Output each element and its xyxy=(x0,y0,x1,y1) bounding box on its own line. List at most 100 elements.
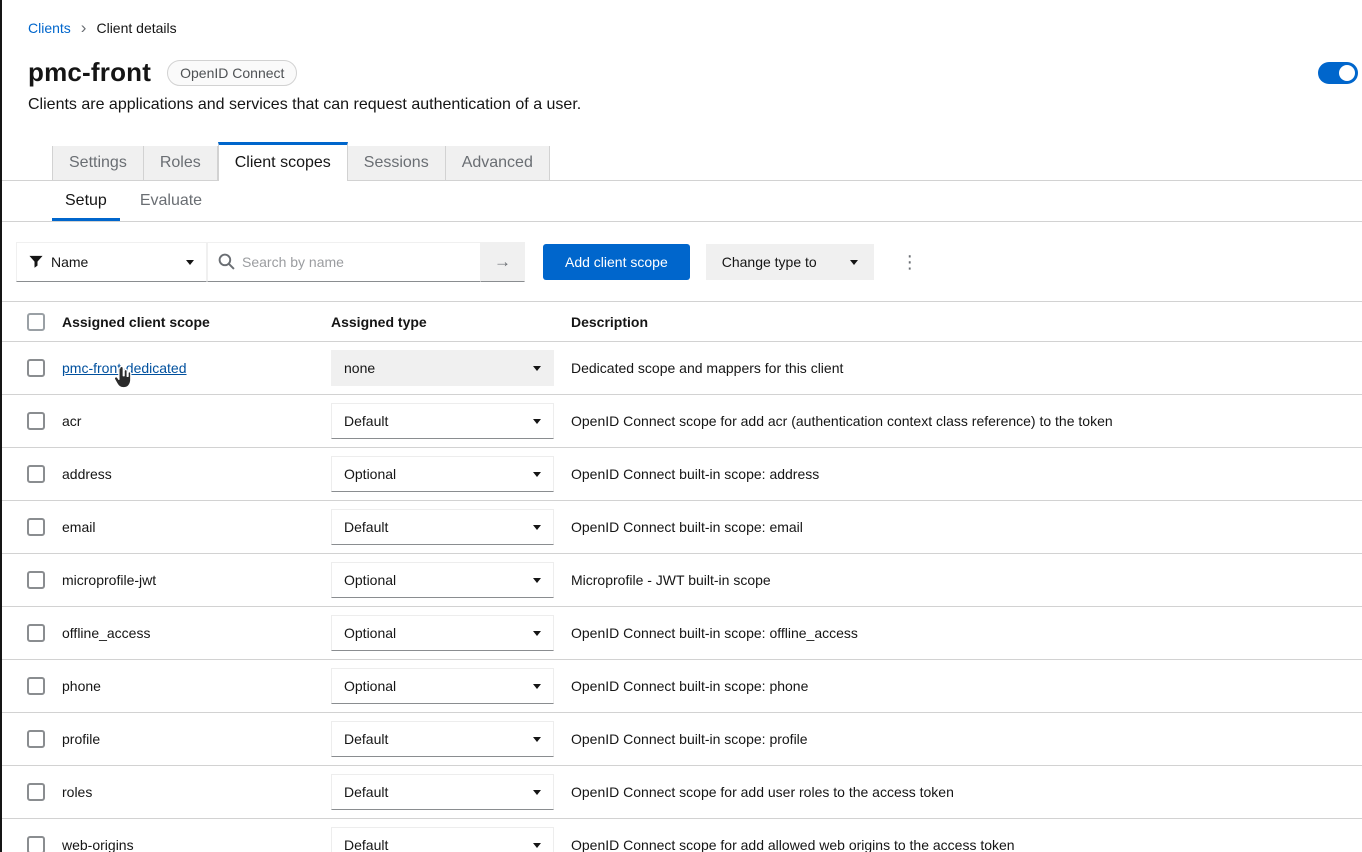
row-checkbox[interactable] xyxy=(27,783,45,801)
assigned-type-value: Default xyxy=(344,837,388,852)
table-body: pmc-front-dedicated none Dedicated scope… xyxy=(0,342,1362,852)
assigned-type-select[interactable]: Default xyxy=(331,827,554,852)
change-type-label: Change type to xyxy=(722,254,817,270)
assigned-type-select[interactable]: Optional xyxy=(331,668,554,704)
breadcrumb: Clients › Client details xyxy=(0,0,1362,36)
caret-down-icon xyxy=(533,631,541,636)
toolbar: Name → Add client scope Change type to ⋮ xyxy=(0,222,1362,301)
page-header: pmc-front OpenID Connect xyxy=(0,57,1362,88)
row-checkbox[interactable] xyxy=(27,571,45,589)
table-header-row: Assigned client scope Assigned type Desc… xyxy=(0,302,1362,342)
scope-name: acr xyxy=(62,413,81,429)
page-subtitle: Clients are applications and services th… xyxy=(0,96,1362,114)
tab-sessions[interactable]: Sessions xyxy=(348,146,446,180)
row-checkbox[interactable] xyxy=(27,677,45,695)
column-description: Description xyxy=(571,314,1346,330)
subtab-evaluate[interactable]: Evaluate xyxy=(127,181,215,221)
scope-description: Microprofile - JWT built-in scope xyxy=(571,572,1346,588)
table-row: email Default OpenID Connect built-in sc… xyxy=(0,501,1362,554)
assigned-type-value: Optional xyxy=(344,625,396,641)
caret-down-icon xyxy=(533,366,541,371)
caret-down-icon xyxy=(533,737,541,742)
change-type-dropdown[interactable]: Change type to xyxy=(706,244,874,280)
toggle-knob xyxy=(1339,65,1355,81)
filter-type-label: Name xyxy=(51,254,88,270)
table-row: address Optional OpenID Connect built-in… xyxy=(0,448,1362,501)
caret-down-icon xyxy=(533,525,541,530)
caret-down-icon xyxy=(186,260,194,265)
row-checkbox[interactable] xyxy=(27,624,45,642)
assigned-type-select[interactable]: Optional xyxy=(331,615,554,651)
assigned-type-value: Optional xyxy=(344,466,396,482)
table-row: pmc-front-dedicated none Dedicated scope… xyxy=(0,342,1362,395)
subtab-setup[interactable]: Setup xyxy=(52,181,120,221)
page-title: pmc-front xyxy=(28,57,151,88)
scope-name: web-origins xyxy=(62,837,134,852)
client-enabled-toggle[interactable] xyxy=(1318,62,1358,84)
scope-description: Dedicated scope and mappers for this cli… xyxy=(571,360,1346,376)
table-row: web-origins Default OpenID Connect scope… xyxy=(0,819,1362,852)
assigned-type-select[interactable]: Default xyxy=(331,721,554,757)
row-checkbox[interactable] xyxy=(27,412,45,430)
client-scopes-table: Assigned client scope Assigned type Desc… xyxy=(0,301,1362,852)
tab-settings[interactable]: Settings xyxy=(52,146,144,180)
assigned-type-select[interactable]: Default xyxy=(331,774,554,810)
scope-name: microprofile-jwt xyxy=(62,572,156,588)
table-row: acr Default OpenID Connect scope for add… xyxy=(0,395,1362,448)
table-row: microprofile-jwt Optional Microprofile -… xyxy=(0,554,1362,607)
search-input[interactable] xyxy=(207,242,481,282)
assigned-type-select[interactable]: Optional xyxy=(331,456,554,492)
table-row: profile Default OpenID Connect built-in … xyxy=(0,713,1362,766)
scope-name[interactable]: pmc-front-dedicated xyxy=(62,360,187,376)
arrow-right-icon: → xyxy=(494,252,511,272)
search-box xyxy=(207,242,481,282)
search-icon xyxy=(218,253,235,270)
scope-description: OpenID Connect built-in scope: email xyxy=(571,519,1346,535)
row-checkbox[interactable] xyxy=(27,730,45,748)
assigned-type-value: Default xyxy=(344,413,388,429)
scope-description: OpenID Connect built-in scope: address xyxy=(571,466,1346,482)
filter-icon xyxy=(29,255,43,269)
assigned-type-value: Optional xyxy=(344,572,396,588)
client-details-page: Clients › Client details pmc-front OpenI… xyxy=(0,0,1362,852)
client-tabs: Settings Roles Client scopes Sessions Ad… xyxy=(0,142,1362,181)
scope-name: email xyxy=(62,519,95,535)
search-submit-button[interactable]: → xyxy=(481,242,525,282)
assigned-type-select[interactable]: Default xyxy=(331,509,554,545)
caret-down-icon xyxy=(533,472,541,477)
client-scopes-subtabs: Setup Evaluate xyxy=(0,181,1362,222)
caret-down-icon xyxy=(533,843,541,848)
breadcrumb-clients-link[interactable]: Clients xyxy=(28,20,71,36)
assigned-type-select[interactable]: Optional xyxy=(331,562,554,598)
caret-down-icon xyxy=(533,419,541,424)
tab-roles[interactable]: Roles xyxy=(144,146,218,180)
assigned-type-value: none xyxy=(344,360,375,376)
kebab-menu-button[interactable]: ⋮ xyxy=(898,244,922,280)
scope-description: OpenID Connect built-in scope: phone xyxy=(571,678,1346,694)
filter-type-dropdown[interactable]: Name xyxy=(16,242,207,282)
scope-name: profile xyxy=(62,731,100,747)
tab-client-scopes[interactable]: Client scopes xyxy=(218,142,348,181)
assigned-type-value: Optional xyxy=(344,678,396,694)
scope-name: roles xyxy=(62,784,92,800)
caret-down-icon xyxy=(533,790,541,795)
add-client-scope-button[interactable]: Add client scope xyxy=(543,244,690,280)
scope-description: OpenID Connect built-in scope: profile xyxy=(571,731,1346,747)
row-checkbox[interactable] xyxy=(27,836,45,852)
chevron-right-icon: › xyxy=(81,21,87,35)
assigned-type-select[interactable]: Default xyxy=(331,403,554,439)
select-all-checkbox[interactable] xyxy=(27,313,45,331)
row-checkbox[interactable] xyxy=(27,359,45,377)
scope-description: OpenID Connect built-in scope: offline_a… xyxy=(571,625,1346,641)
table-row: offline_access Optional OpenID Connect b… xyxy=(0,607,1362,660)
row-checkbox[interactable] xyxy=(27,465,45,483)
table-row: roles Default OpenID Connect scope for a… xyxy=(0,766,1362,819)
scope-name: phone xyxy=(62,678,101,694)
assigned-type-value: Default xyxy=(344,519,388,535)
column-assigned-client-scope: Assigned client scope xyxy=(62,314,331,330)
kebab-icon: ⋮ xyxy=(901,252,919,273)
sidebar-edge xyxy=(0,0,2,852)
assigned-type-select: none xyxy=(331,350,554,386)
tab-advanced[interactable]: Advanced xyxy=(446,146,550,180)
row-checkbox[interactable] xyxy=(27,518,45,536)
